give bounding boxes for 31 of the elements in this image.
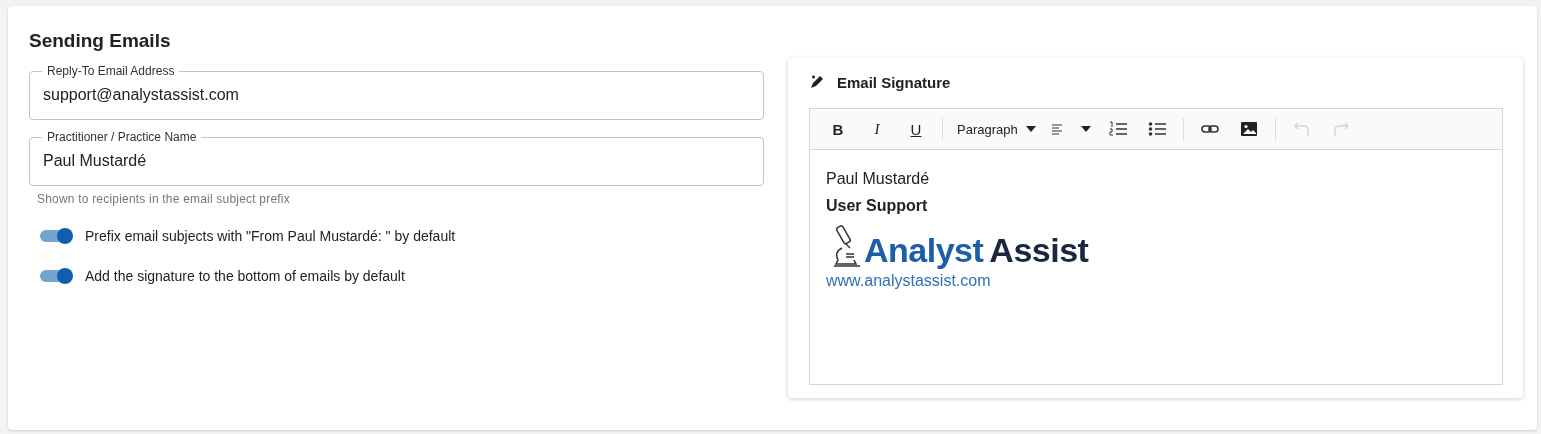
text-field[interactable]: Practitioner / Practice Name Paul Mustardé — [29, 130, 764, 186]
text-input[interactable]: Paul Mustardé — [43, 144, 750, 170]
underline-button[interactable]: U — [900, 114, 932, 144]
microscope-icon — [832, 224, 862, 268]
field-label: Practitioner / Practice Name — [46, 130, 198, 144]
text-input[interactable]: support@analystassist.com — [43, 78, 750, 104]
signature-role: User Support — [826, 197, 929, 215]
caret-icon — [1080, 126, 1091, 132]
bullet-list-icon — [1147, 120, 1166, 138]
italic-button[interactable]: I — [861, 114, 893, 144]
field-label: Reply-To Email Address — [46, 64, 176, 78]
website-link[interactable]: www.analystassist.com — [826, 272, 1486, 290]
helper-text: Shown to recipients in the email subject prefix — [37, 192, 291, 206]
bold-button[interactable]: B — [822, 114, 854, 144]
pen-icon — [809, 74, 825, 90]
numbered-list-icon — [1108, 120, 1127, 138]
caret-icon — [1025, 126, 1036, 132]
company-logo: Analyst Assist — [832, 224, 1486, 268]
toggle-switch[interactable] — [39, 266, 73, 286]
undo-icon — [1292, 120, 1311, 138]
toggle-label: Add the signature to the bottom of emails by default — [85, 268, 405, 284]
align-left-icon — [1050, 122, 1063, 136]
section-title: Sending Emails — [29, 30, 172, 52]
text-field[interactable]: Reply-To Email Address support@analystassist.com — [29, 64, 764, 120]
toggle-label: Prefix email subjects with "From Paul Mustardé: " by default — [85, 228, 456, 244]
panel-title: Email Signature — [837, 73, 951, 91]
signature-name: Paul Mustardé — [826, 170, 931, 188]
block-format-dropdown[interactable]: Paragraph — [953, 114, 1040, 144]
image-icon — [1239, 120, 1258, 138]
toggle-switch[interactable] — [39, 226, 73, 246]
redo-icon — [1331, 120, 1350, 138]
